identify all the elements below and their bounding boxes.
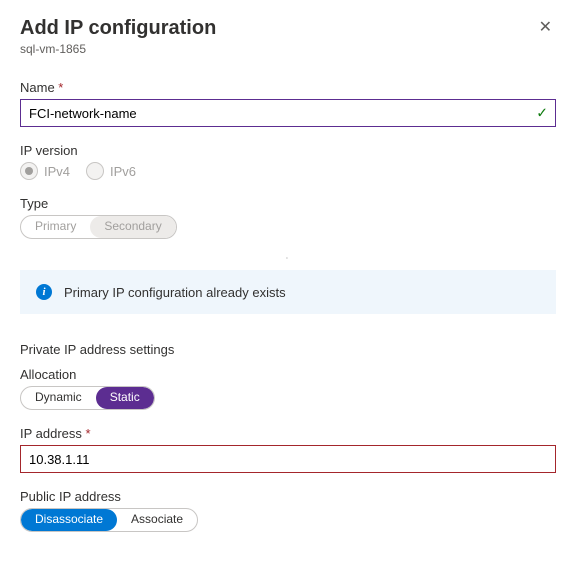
header-text: Add IP configuration sql-vm-1865 [20, 16, 216, 56]
allocation-label: Allocation [20, 367, 556, 382]
ip-address-label: IP address [20, 426, 556, 441]
radio-circle-icon [20, 162, 38, 180]
type-secondary-button: Secondary [90, 216, 175, 238]
field-public-ip: Public IP address Disassociate Associate [20, 489, 556, 532]
page-subtitle: sql-vm-1865 [20, 42, 216, 56]
allocation-static-button[interactable]: Static [96, 387, 154, 409]
name-input[interactable] [20, 99, 556, 127]
section-private-ip: Private IP address settings [20, 342, 556, 357]
radio-ipv6-label: IPv6 [110, 164, 136, 179]
close-icon: ✕ [539, 19, 552, 36]
type-toggle: Primary Secondary [20, 215, 177, 239]
page-title: Add IP configuration [20, 16, 216, 40]
field-ip-version: IP version IPv4 IPv6 [20, 143, 556, 180]
allocation-dynamic-button[interactable]: Dynamic [21, 387, 96, 409]
radio-ipv6: IPv6 [86, 162, 136, 180]
allocation-toggle: Dynamic Static [20, 386, 155, 410]
type-label: Type [20, 196, 556, 211]
ip-version-label: IP version [20, 143, 556, 158]
info-banner: i Primary IP configuration already exist… [20, 270, 556, 314]
divider-dots: • [20, 255, 556, 260]
check-icon: ✓ [536, 105, 548, 122]
public-ip-toggle: Disassociate Associate [20, 508, 198, 532]
radio-ipv4-label: IPv4 [44, 164, 70, 179]
name-label: Name [20, 80, 556, 95]
field-ip-address: IP address [20, 426, 556, 473]
radio-ipv4: IPv4 [20, 162, 70, 180]
info-text: Primary IP configuration already exists [64, 285, 286, 300]
ip-address-input[interactable] [20, 445, 556, 473]
ip-version-radio-group: IPv4 IPv6 [20, 162, 556, 180]
public-ip-disassociate-button[interactable]: Disassociate [21, 509, 117, 531]
public-ip-label: Public IP address [20, 489, 556, 504]
field-type: Type Primary Secondary [20, 196, 556, 239]
close-button[interactable]: ✕ [535, 16, 556, 40]
info-icon: i [36, 284, 52, 300]
public-ip-associate-button[interactable]: Associate [117, 509, 197, 531]
type-primary-button: Primary [21, 216, 90, 238]
field-name: Name ✓ [20, 80, 556, 127]
header: Add IP configuration sql-vm-1865 ✕ [20, 16, 556, 56]
field-allocation: Allocation Dynamic Static [20, 367, 556, 410]
radio-circle-icon [86, 162, 104, 180]
